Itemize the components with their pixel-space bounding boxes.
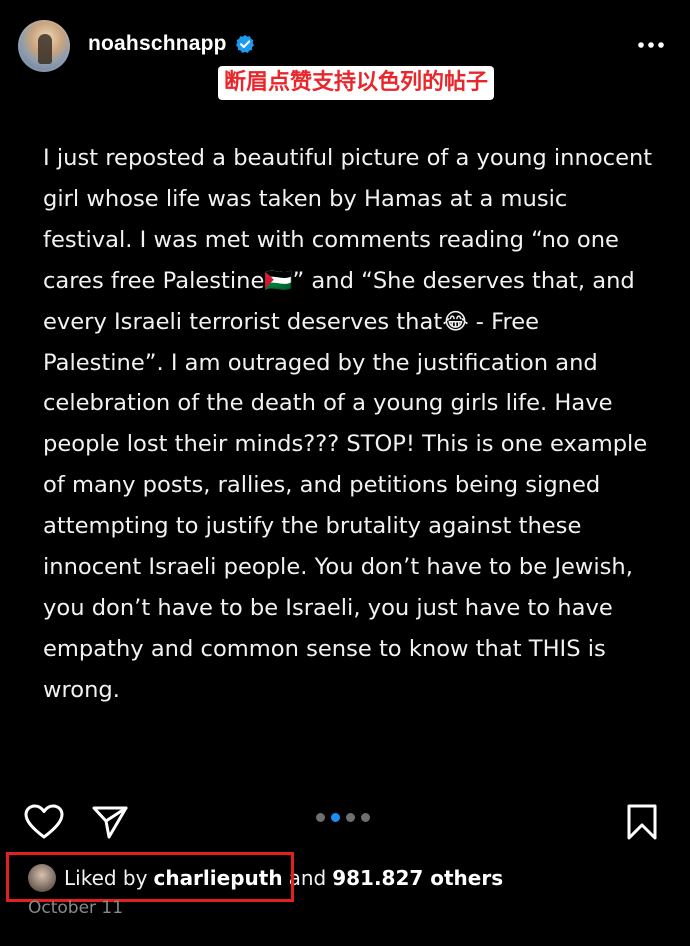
palestine-flag-emoji: 🇵🇸 [264,267,293,294]
liker-avatar[interactable] [28,864,56,892]
more-options-icon[interactable] [636,30,666,60]
carousel-dot [316,813,325,822]
post-caption: I just reposted a beautiful picture of a… [43,138,661,711]
liked-by-prefix: Liked by [64,866,148,890]
like-heart-icon[interactable] [24,802,64,842]
carousel-dot [346,813,355,822]
caption-part-3: - Free Palestine”. I am outraged by the … [43,308,648,703]
bookmark-save-icon[interactable] [624,802,660,842]
profile-avatar[interactable] [18,20,70,72]
verified-badge-icon [235,34,255,54]
carousel-dot [361,813,370,822]
post-date: October 11 [28,898,124,918]
username-row: noahschnapp [88,32,255,56]
liker-username-link[interactable]: charlieputh [153,866,282,890]
likes-summary[interactable]: Liked by charlieputh and 981.827 others [28,862,503,894]
carousel-dot-active [331,813,340,822]
username-link[interactable]: noahschnapp [88,32,227,56]
overlay-annotation-label: 断眉点赞支持以色列的帖子 [218,66,495,100]
laughing-emoji: 😂 [442,308,469,335]
carousel-indicator [316,813,370,822]
action-bar [0,800,690,844]
likes-connector: and [288,866,327,890]
share-send-icon[interactable] [90,802,130,842]
post-header: noahschnapp 断眉点赞支持以色列的帖子 [0,0,690,100]
likes-count-link[interactable]: 981.827 others [332,866,503,890]
